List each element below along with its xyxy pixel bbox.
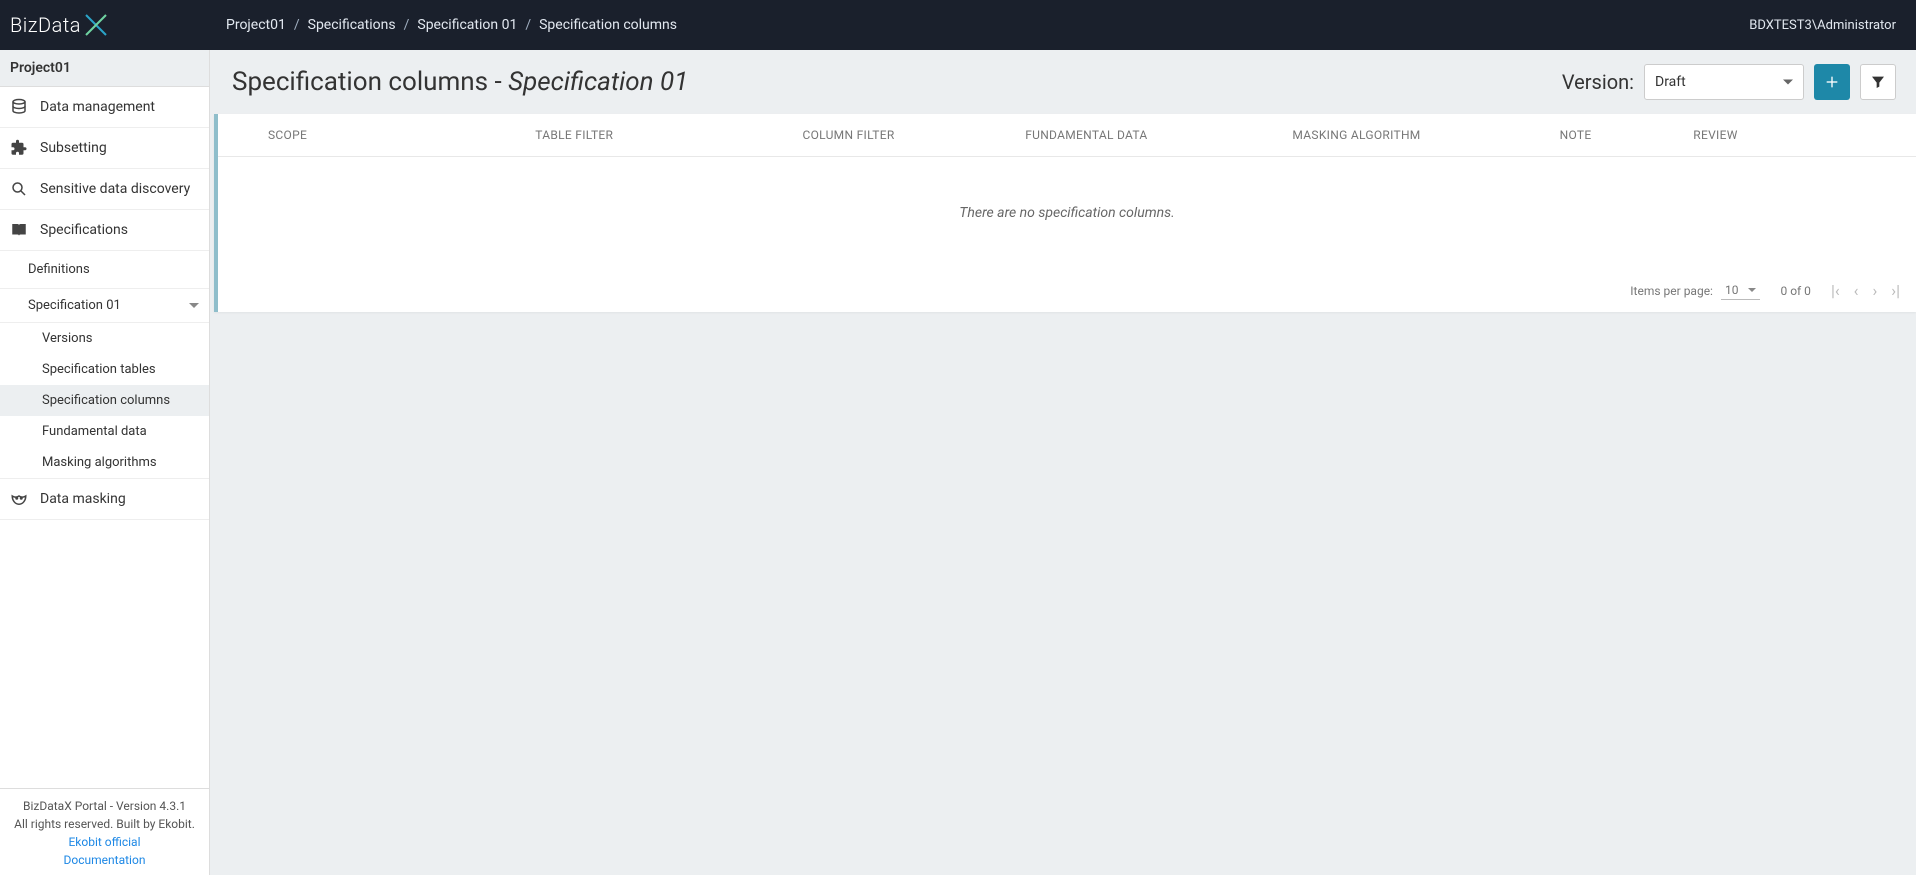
spec-columns-table: SCOPE TABLE FILTER COLUMN FILTER FUNDAME…: [214, 114, 1916, 312]
filter-button[interactable]: [1860, 64, 1896, 100]
items-per-page-value: 10: [1725, 283, 1739, 297]
breadcrumb-separator: /: [525, 17, 531, 33]
sidebar-item-label: Specification columns: [42, 393, 170, 408]
sidebar-project-name: Project01: [0, 50, 209, 87]
logo-text: BizData: [10, 13, 81, 37]
main-content: Specification columns - Specification 01…: [210, 50, 1916, 875]
version-select[interactable]: Draft: [1644, 64, 1804, 100]
chevron-down-icon: [189, 303, 199, 308]
empty-state-message: There are no specification columns.: [218, 157, 1916, 269]
logo[interactable]: BizData: [10, 12, 220, 38]
sidebar-item-label: Specifications: [40, 222, 128, 238]
breadcrumb-separator: /: [404, 17, 410, 33]
sidebar-item-subsetting[interactable]: Subsetting: [0, 128, 209, 169]
sidebar-item-label: Fundamental data: [42, 424, 147, 439]
sidebar-item-label: Data management: [40, 99, 155, 115]
book-icon: [10, 221, 28, 239]
next-page-button[interactable]: ›: [1872, 283, 1877, 299]
add-button[interactable]: [1814, 64, 1850, 100]
paginator: Items per page: 10 0 of 0 |‹ ‹ › ›|: [218, 269, 1916, 312]
mask-icon: [10, 490, 28, 508]
last-page-button[interactable]: ›|: [1891, 283, 1900, 299]
sidebar-item-label: Definitions: [28, 262, 90, 277]
breadcrumb: Project01 / Specifications / Specificati…: [220, 17, 1749, 33]
puzzle-icon: [10, 139, 28, 157]
sidebar-item-label: Specification tables: [42, 362, 156, 377]
page-title: Specification columns - Specification 01: [214, 67, 688, 97]
sidebar-item-label: Data masking: [40, 491, 126, 507]
user-info[interactable]: BDXTEST3\Administrator: [1749, 18, 1896, 33]
sidebar-item-data-masking[interactable]: Data masking: [0, 479, 209, 520]
col-table-filter[interactable]: TABLE FILTER: [535, 128, 802, 142]
sidebar-footer: BizDataX Portal - Version 4.3.1 All righ…: [0, 788, 209, 875]
sidebar-item-sensitive-discovery[interactable]: Sensitive data discovery: [0, 169, 209, 210]
sidebar-item-definitions[interactable]: Definitions: [0, 251, 209, 288]
breadcrumb-item[interactable]: Project01: [226, 17, 286, 33]
breadcrumb-item[interactable]: Specification 01: [417, 17, 517, 33]
breadcrumb-item[interactable]: Specifications: [308, 17, 396, 33]
sidebar-item-versions[interactable]: Versions: [0, 323, 209, 354]
page-title-prefix: Specification columns -: [232, 67, 508, 97]
sidebar-item-fundamental-data[interactable]: Fundamental data: [0, 416, 209, 447]
sidebar-item-masking-algorithms[interactable]: Masking algorithms: [0, 447, 209, 479]
version-select-value: Draft: [1655, 74, 1686, 90]
col-masking-algorithm[interactable]: MASKING ALGORITHM: [1292, 128, 1559, 142]
col-fundamental-data[interactable]: FUNDAMENTAL DATA: [1025, 128, 1292, 142]
filter-icon: [1870, 74, 1886, 90]
sidebar-item-label: Subsetting: [40, 140, 107, 156]
table-header-row: SCOPE TABLE FILTER COLUMN FILTER FUNDAME…: [218, 114, 1916, 157]
sidebar-item-specification-01[interactable]: Specification 01: [0, 288, 209, 323]
col-scope[interactable]: SCOPE: [268, 128, 535, 142]
breadcrumb-item-current: Specification columns: [539, 17, 677, 33]
sidebar-item-data-management[interactable]: Data management: [0, 87, 209, 128]
col-note[interactable]: NOTE: [1560, 128, 1694, 142]
sidebar-item-label: Specification 01: [28, 298, 121, 313]
database-icon: [10, 98, 28, 116]
sidebar-item-spec-columns[interactable]: Specification columns: [0, 385, 209, 416]
first-page-button[interactable]: |‹: [1831, 283, 1840, 299]
sidebar-item-specifications[interactable]: Specifications: [0, 210, 209, 251]
sidebar-item-label: Versions: [42, 331, 92, 346]
sidebar: Project01 Data management Subsetting Sen…: [0, 50, 210, 875]
col-column-filter[interactable]: COLUMN FILTER: [802, 128, 1025, 142]
page-range: 0 of 0: [1780, 284, 1810, 298]
sidebar-item-label: Sensitive data discovery: [40, 181, 190, 197]
search-icon: [10, 180, 28, 198]
footer-rights: All rights reserved. Built by Ekobit.: [6, 815, 203, 833]
items-per-page-select[interactable]: 10: [1721, 281, 1761, 300]
sidebar-item-spec-tables[interactable]: Specification tables: [0, 354, 209, 385]
prev-page-button[interactable]: ‹: [1854, 283, 1859, 299]
plus-icon: [1824, 74, 1840, 90]
col-review[interactable]: REVIEW: [1693, 128, 1916, 142]
items-per-page-label: Items per page:: [1630, 284, 1713, 298]
breadcrumb-separator: /: [294, 17, 300, 33]
sidebar-item-label: Masking algorithms: [42, 455, 157, 470]
footer-version: BizDataX Portal - Version 4.3.1: [6, 797, 203, 815]
page-title-spec: Specification 01: [508, 67, 688, 97]
version-label: Version:: [1562, 70, 1634, 94]
footer-ekobit-link[interactable]: Ekobit official: [6, 833, 203, 851]
footer-documentation-link[interactable]: Documentation: [6, 851, 203, 869]
logo-x-icon: [83, 12, 109, 38]
